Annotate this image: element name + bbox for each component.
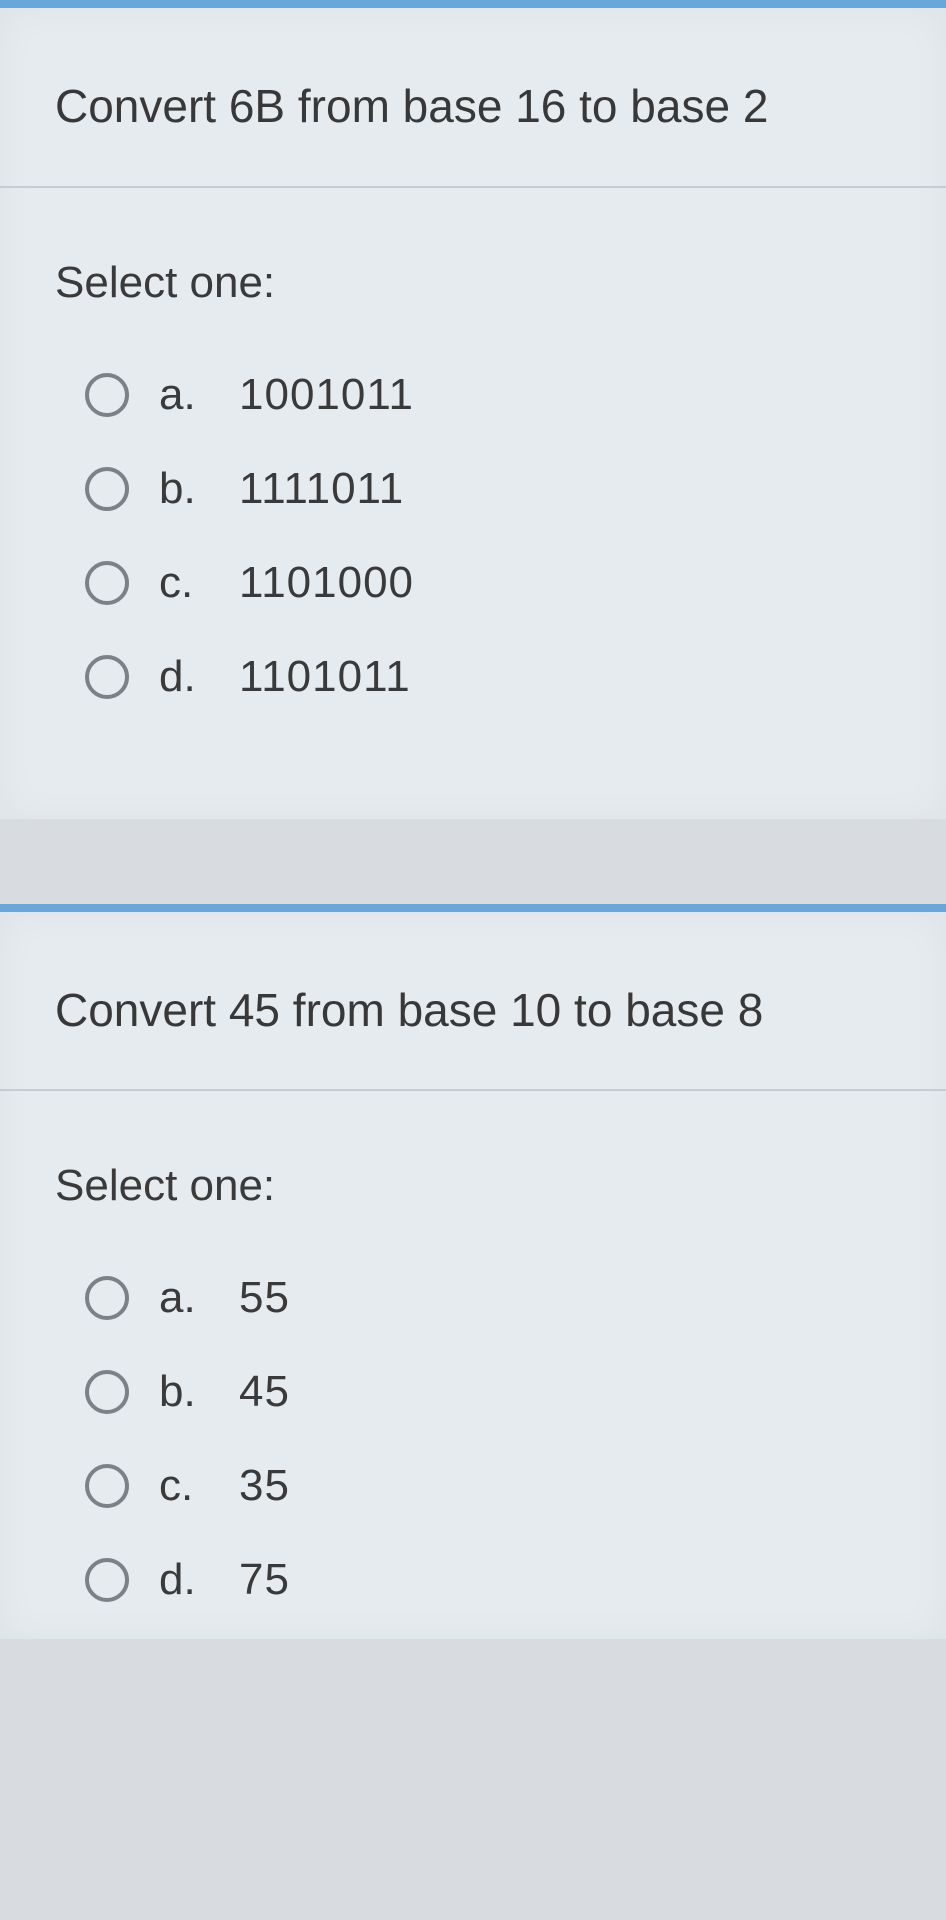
- option-c[interactable]: c. 35: [55, 1439, 891, 1533]
- question-body: Select one: a. 55 b. 45 c. 35 d. 75: [0, 1091, 946, 1639]
- question-card-1: Convert 6B from base 16 to base 2 Select…: [0, 0, 946, 819]
- select-one-label: Select one:: [55, 1161, 891, 1211]
- option-a[interactable]: a. 1001011: [55, 348, 891, 442]
- option-letter: a.: [159, 1273, 239, 1323]
- option-letter: b.: [159, 1367, 239, 1417]
- option-value: 35: [239, 1461, 290, 1511]
- option-letter: d.: [159, 1555, 239, 1605]
- radio-icon[interactable]: [85, 1464, 129, 1508]
- option-b[interactable]: b. 45: [55, 1345, 891, 1439]
- select-one-label: Select one:: [55, 258, 891, 308]
- option-value: 55: [239, 1273, 290, 1323]
- option-value: 75: [239, 1555, 290, 1605]
- radio-icon[interactable]: [85, 373, 129, 417]
- radio-icon[interactable]: [85, 1558, 129, 1602]
- option-letter: c.: [159, 1461, 239, 1511]
- radio-icon[interactable]: [85, 1276, 129, 1320]
- radio-icon[interactable]: [85, 467, 129, 511]
- option-letter: c.: [159, 558, 239, 608]
- question-title: Convert 6B from base 16 to base 2: [0, 8, 946, 188]
- option-letter: d.: [159, 652, 239, 702]
- radio-icon[interactable]: [85, 655, 129, 699]
- question-body: Select one: a. 1001011 b. 1111011 c. 110…: [0, 188, 946, 819]
- option-c[interactable]: c. 1101000: [55, 536, 891, 630]
- radio-icon[interactable]: [85, 1370, 129, 1414]
- option-a[interactable]: a. 55: [55, 1251, 891, 1345]
- question-title: Convert 45 from base 10 to base 8: [0, 912, 946, 1092]
- option-letter: b.: [159, 464, 239, 514]
- option-value: 1001011: [239, 370, 414, 420]
- option-d[interactable]: d. 1101011: [55, 630, 891, 724]
- option-value: 1101000: [239, 558, 414, 608]
- radio-icon[interactable]: [85, 561, 129, 605]
- option-value: 1101011: [239, 652, 411, 702]
- quiz-page: Convert 6B from base 16 to base 2 Select…: [0, 0, 946, 1920]
- option-b[interactable]: b. 1111011: [55, 442, 891, 536]
- option-value: 1111011: [239, 464, 404, 514]
- question-card-2: Convert 45 from base 10 to base 8 Select…: [0, 904, 946, 1640]
- option-d[interactable]: d. 75: [55, 1533, 891, 1627]
- option-letter: a.: [159, 370, 239, 420]
- option-value: 45: [239, 1367, 290, 1417]
